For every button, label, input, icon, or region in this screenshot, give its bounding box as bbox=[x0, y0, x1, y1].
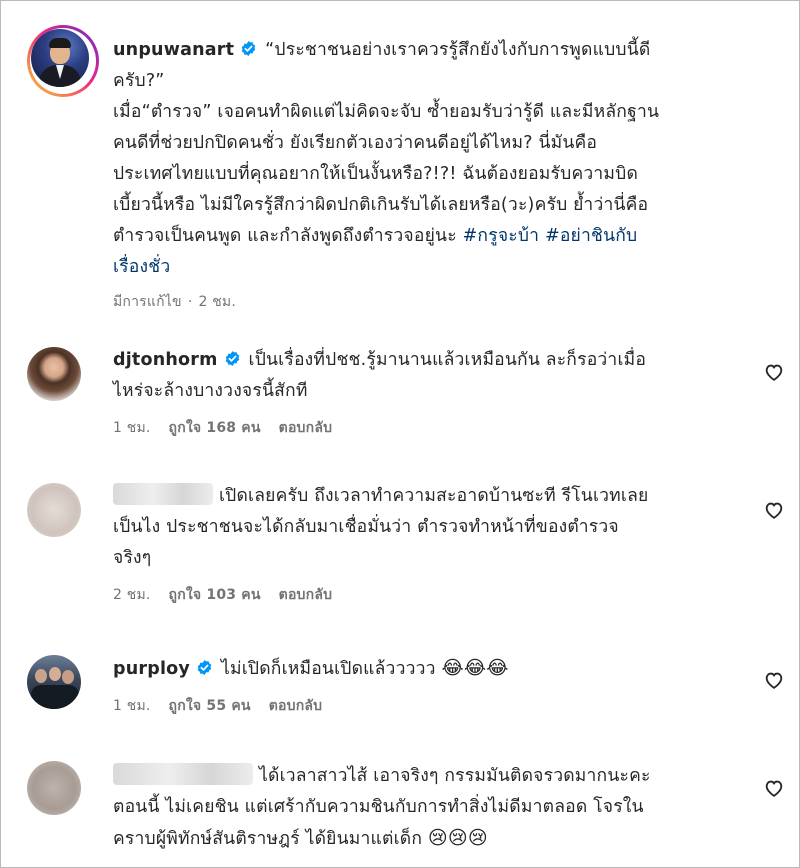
blurred-username[interactable] bbox=[113, 763, 253, 785]
heart-outline-icon[interactable] bbox=[763, 777, 785, 799]
verified-badge-icon bbox=[241, 41, 256, 56]
reply-button[interactable]: ตอบกลับ bbox=[279, 587, 333, 603]
comment-time[interactable]: 1 ชม. bbox=[113, 698, 151, 714]
emoji-text: 😂😂😂 bbox=[441, 657, 509, 679]
post-time[interactable]: 2 ชม. bbox=[198, 294, 236, 310]
commenter-avatar[interactable] bbox=[27, 761, 81, 815]
commenter-username[interactable]: purploy bbox=[113, 659, 190, 679]
comment-time[interactable]: 2 ชม. bbox=[113, 587, 151, 603]
heart-outline-icon[interactable] bbox=[763, 361, 785, 383]
post-author-username[interactable]: unpuwanart bbox=[113, 40, 234, 60]
comments-panel: unpuwanart “ประชาชนอย่างเราควรรู้สึกยังไง… bbox=[0, 0, 800, 868]
comment-likes[interactable]: ถูกใจ 55 คน bbox=[169, 698, 251, 714]
commenter-username[interactable]: djtonhorm bbox=[113, 350, 218, 370]
heart-outline-icon[interactable] bbox=[763, 499, 785, 521]
comment-text: ไม่เปิดก็เหมือนเปิดแล้ววววว bbox=[220, 659, 436, 679]
emoji-text: 😢😢😢 bbox=[427, 827, 488, 849]
comment-time[interactable]: 1 ชม. bbox=[113, 420, 151, 436]
comment-meta: 1 ชม. ถูกใจ 55 คน ตอบกลับ bbox=[113, 695, 753, 717]
commenter-avatar[interactable] bbox=[27, 347, 81, 401]
heart-outline-icon[interactable] bbox=[763, 669, 785, 691]
comment-meta: 1 ชม. ถูกใจ 168 คน ตอบกลับ bbox=[113, 417, 753, 439]
comment-meta: 2 ชม. ถูกใจ 103 คน ตอบกลับ bbox=[113, 584, 753, 606]
reply-button[interactable]: ตอบกลับ bbox=[279, 420, 333, 436]
post-meta: มีการแก้ไข · 2 ชม. bbox=[113, 291, 753, 313]
blurred-username[interactable] bbox=[113, 483, 213, 505]
meta-separator: · bbox=[187, 294, 193, 310]
commenter-avatar[interactable] bbox=[27, 483, 81, 537]
verified-badge-icon bbox=[197, 660, 212, 675]
verified-badge-icon bbox=[225, 351, 239, 366]
commenter-avatar[interactable] bbox=[27, 655, 81, 709]
post-author-avatar[interactable] bbox=[27, 25, 99, 97]
comment-likes[interactable]: ถูกใจ 168 คน bbox=[169, 420, 261, 436]
reply-button[interactable]: ตอบกลับ bbox=[269, 698, 323, 714]
post-caption-text: “ประชาชนอย่างเราควรรู้สึกยังไงกับการพูดแ… bbox=[113, 40, 660, 246]
edited-label: มีการแก้ไข bbox=[113, 294, 182, 310]
comment-likes[interactable]: ถูกใจ 103 คน bbox=[169, 587, 261, 603]
post-caption: unpuwanart “ประชาชนอย่างเราควรรู้สึกยังไง… bbox=[113, 35, 753, 313]
